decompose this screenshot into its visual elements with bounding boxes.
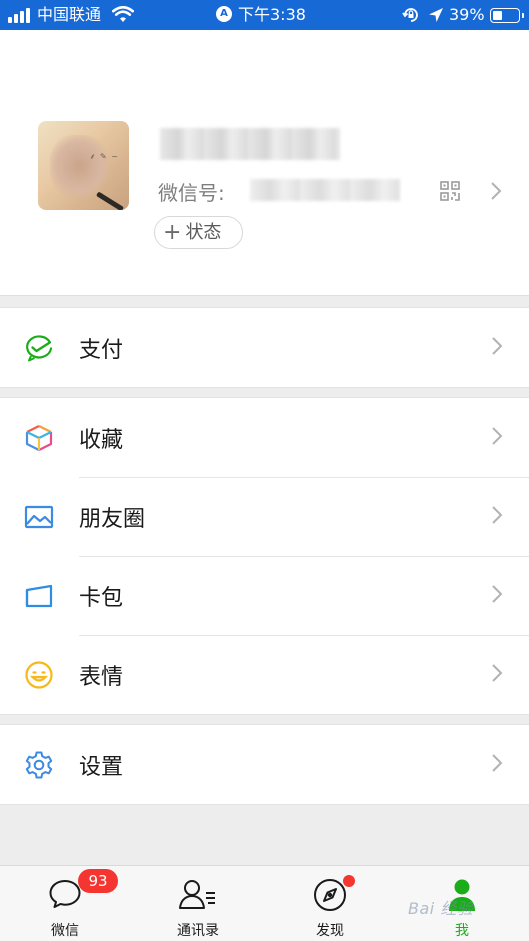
compass-icon [313,878,347,916]
menu-item-label: 收藏 [79,427,124,453]
new-dot [343,875,355,887]
battery-fill [493,11,503,20]
rotation-lock-icon [402,6,420,29]
card-wallet-icon [24,581,54,611]
unread-badge: 93 [78,869,118,893]
menu-item-favorites[interactable]: 收藏 [0,398,529,477]
chevron-right-icon [491,663,503,687]
tab-label: 通讯录 [177,923,219,939]
watermark: Bai 经验 [408,899,474,918]
chevron-right-icon [490,181,502,205]
qr-code-icon[interactable] [440,181,460,205]
smiley-icon [24,660,54,690]
chevron-right-icon [491,426,503,450]
avatar[interactable]: ⸙ ✎ ~ [38,121,129,210]
tab-contacts[interactable]: 通讯录 [148,866,248,941]
menu-group-settings: 设置 [0,724,529,805]
menu-item-label: 支付 [79,337,124,363]
pay-icon [24,333,54,363]
battery-percent: 39% [449,5,485,24]
tab-chats[interactable]: 93 微信 [15,866,118,941]
carrier-name: 中国联通 [37,5,102,24]
status-button[interactable]: + 状态 [154,216,243,249]
tab-label: 我 [455,923,469,939]
menu-item-moments[interactable]: 朋友圈 [0,477,529,556]
contacts-icon [178,878,218,914]
chevron-right-icon [491,753,503,777]
menu-item-pay[interactable]: 支付 [0,308,529,387]
menu-group-pay: 支付 [0,307,529,388]
location-arrow-icon [428,6,444,29]
status-bar: 中国联通 下午3:38 39% [0,0,529,30]
gear-icon [24,750,54,780]
tab-discover[interactable]: 发现 [280,866,380,941]
menu-group-main: 收藏 朋友圈 卡包 表情 [0,397,529,715]
time-text: 下午3:38 [238,5,306,24]
chevron-right-icon [491,584,503,608]
menu-item-label: 朋友圈 [79,506,146,532]
tab-label: 发现 [316,923,344,939]
signal-icon [8,7,30,23]
tab-label: 微信 [51,923,79,939]
wechat-id-label: 微信号: [158,181,225,205]
menu-item-settings[interactable]: 设置 [0,725,529,804]
menu-item-stickers[interactable]: 表情 [0,635,529,714]
favorites-cube-icon [24,423,54,453]
status-time: 下午3:38 [216,5,306,25]
wifi-icon [111,6,135,29]
moments-photo-icon [24,502,54,532]
menu-item-card-wallet[interactable]: 卡包 [0,556,529,635]
nickname-redacted [160,128,340,160]
menu-item-label: 卡包 [79,585,124,611]
wechat-id-redacted [250,179,400,201]
alarm-a-icon [216,6,232,22]
menu-item-label: 表情 [79,664,124,690]
chat-bubble-icon [48,878,82,914]
chevron-right-icon [491,336,503,360]
plus-icon: + [163,220,182,245]
status-button-label: 状态 [185,222,222,243]
menu-item-label: 设置 [79,754,124,780]
chevron-right-icon [491,505,503,529]
profile-header[interactable]: ⸙ ✎ ~ 微信号: + 状态 [0,30,529,296]
battery-icon [490,8,524,23]
